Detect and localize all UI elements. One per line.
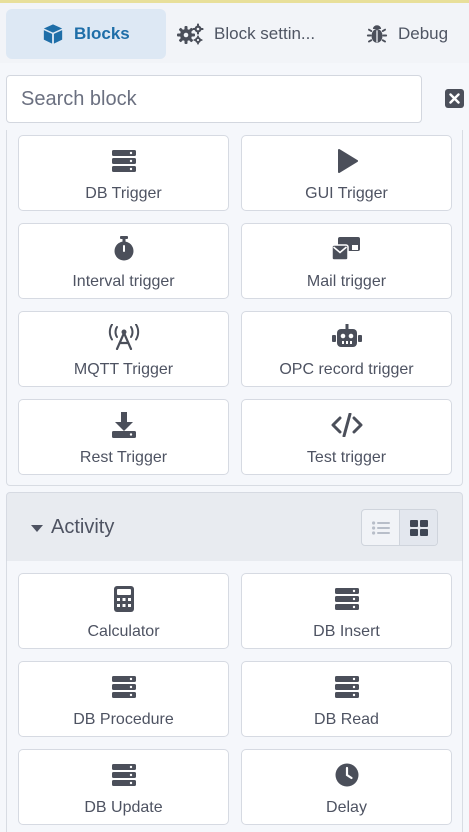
block-db-insert[interactable]: DB Insert bbox=[241, 573, 452, 649]
block-mqtt-trigger[interactable]: MQTT Trigger bbox=[18, 311, 229, 387]
tab-block-settings-label: Block settin... bbox=[214, 24, 316, 43]
block-calculator[interactable]: Calculator bbox=[18, 573, 229, 649]
search-input[interactable] bbox=[6, 75, 422, 123]
code-icon bbox=[331, 413, 362, 437]
block-label: Interval trigger bbox=[72, 273, 175, 290]
tab-bar: Blocks Block settin... Debug bbox=[0, 3, 469, 63]
broadcast-tower-icon bbox=[108, 324, 139, 350]
block-label: DB Procedure bbox=[73, 711, 174, 728]
trigger-blocks-panel: DB Trigger GUI Trigger Interval trigger bbox=[6, 130, 463, 486]
block-db-update[interactable]: DB Update bbox=[18, 749, 229, 825]
block-delay[interactable]: Delay bbox=[241, 749, 452, 825]
view-toggle bbox=[361, 509, 438, 546]
bug-icon bbox=[366, 25, 388, 43]
tab-debug[interactable]: Debug bbox=[366, 9, 466, 59]
database-icon bbox=[111, 676, 136, 698]
list-view-button[interactable] bbox=[362, 510, 400, 545]
database-icon bbox=[111, 764, 136, 786]
list-icon bbox=[371, 520, 390, 535]
tab-debug-label: Debug bbox=[398, 24, 449, 43]
activity-blocks-panel: Calculator DB Insert DB Procedure DB Rea… bbox=[6, 561, 463, 832]
block-label: DB Update bbox=[84, 799, 163, 816]
tab-blocks-label: Blocks bbox=[74, 24, 130, 43]
block-interval-trigger[interactable]: Interval trigger bbox=[18, 223, 229, 299]
gears-icon bbox=[177, 23, 204, 45]
database-icon bbox=[111, 150, 136, 172]
search-row bbox=[0, 73, 469, 125]
block-label: Delay bbox=[326, 799, 367, 816]
block-gui-trigger[interactable]: GUI Trigger bbox=[241, 135, 452, 211]
stopwatch-icon bbox=[114, 236, 133, 261]
block-label: DB Insert bbox=[313, 623, 380, 640]
block-opc-record-trigger[interactable]: OPC record trigger bbox=[241, 311, 452, 387]
tab-block-settings[interactable]: Block settin... bbox=[176, 9, 336, 59]
database-icon bbox=[334, 676, 359, 698]
block-label: DB Read bbox=[314, 711, 379, 728]
clear-search-button[interactable] bbox=[445, 89, 464, 108]
block-db-trigger[interactable]: DB Trigger bbox=[18, 135, 229, 211]
caret-down-icon[interactable] bbox=[31, 525, 43, 533]
block-db-procedure[interactable]: DB Procedure bbox=[18, 661, 229, 737]
block-label: MQTT Trigger bbox=[73, 361, 174, 378]
database-icon bbox=[334, 588, 359, 610]
block-label: Rest Trigger bbox=[79, 449, 168, 466]
download-icon bbox=[111, 412, 136, 438]
block-label: DB Trigger bbox=[85, 185, 162, 202]
cube-icon bbox=[43, 24, 63, 44]
block-label: Calculator bbox=[87, 623, 160, 640]
block-mail-trigger[interactable]: Mail trigger bbox=[241, 223, 452, 299]
tab-blocks[interactable]: Blocks bbox=[6, 9, 166, 59]
block-label: GUI Trigger bbox=[305, 185, 388, 202]
robot-icon bbox=[331, 324, 362, 347]
calculator-icon bbox=[113, 586, 134, 612]
section-title: Activity bbox=[51, 516, 115, 538]
activity-section-header[interactable]: Activity bbox=[6, 492, 463, 562]
block-label: Test trigger bbox=[306, 449, 387, 466]
play-icon bbox=[337, 149, 358, 173]
grid-view-button[interactable] bbox=[400, 510, 437, 545]
close-icon bbox=[449, 93, 460, 104]
block-label: Mail trigger bbox=[306, 273, 387, 290]
block-test-trigger[interactable]: Test trigger bbox=[241, 399, 452, 475]
grid-icon bbox=[410, 519, 428, 536]
mail-bulk-icon bbox=[331, 237, 360, 261]
clock-icon bbox=[335, 763, 358, 787]
block-rest-trigger[interactable]: Rest Trigger bbox=[18, 399, 229, 475]
block-label: OPC record trigger bbox=[279, 361, 414, 378]
block-db-read[interactable]: DB Read bbox=[241, 661, 452, 737]
